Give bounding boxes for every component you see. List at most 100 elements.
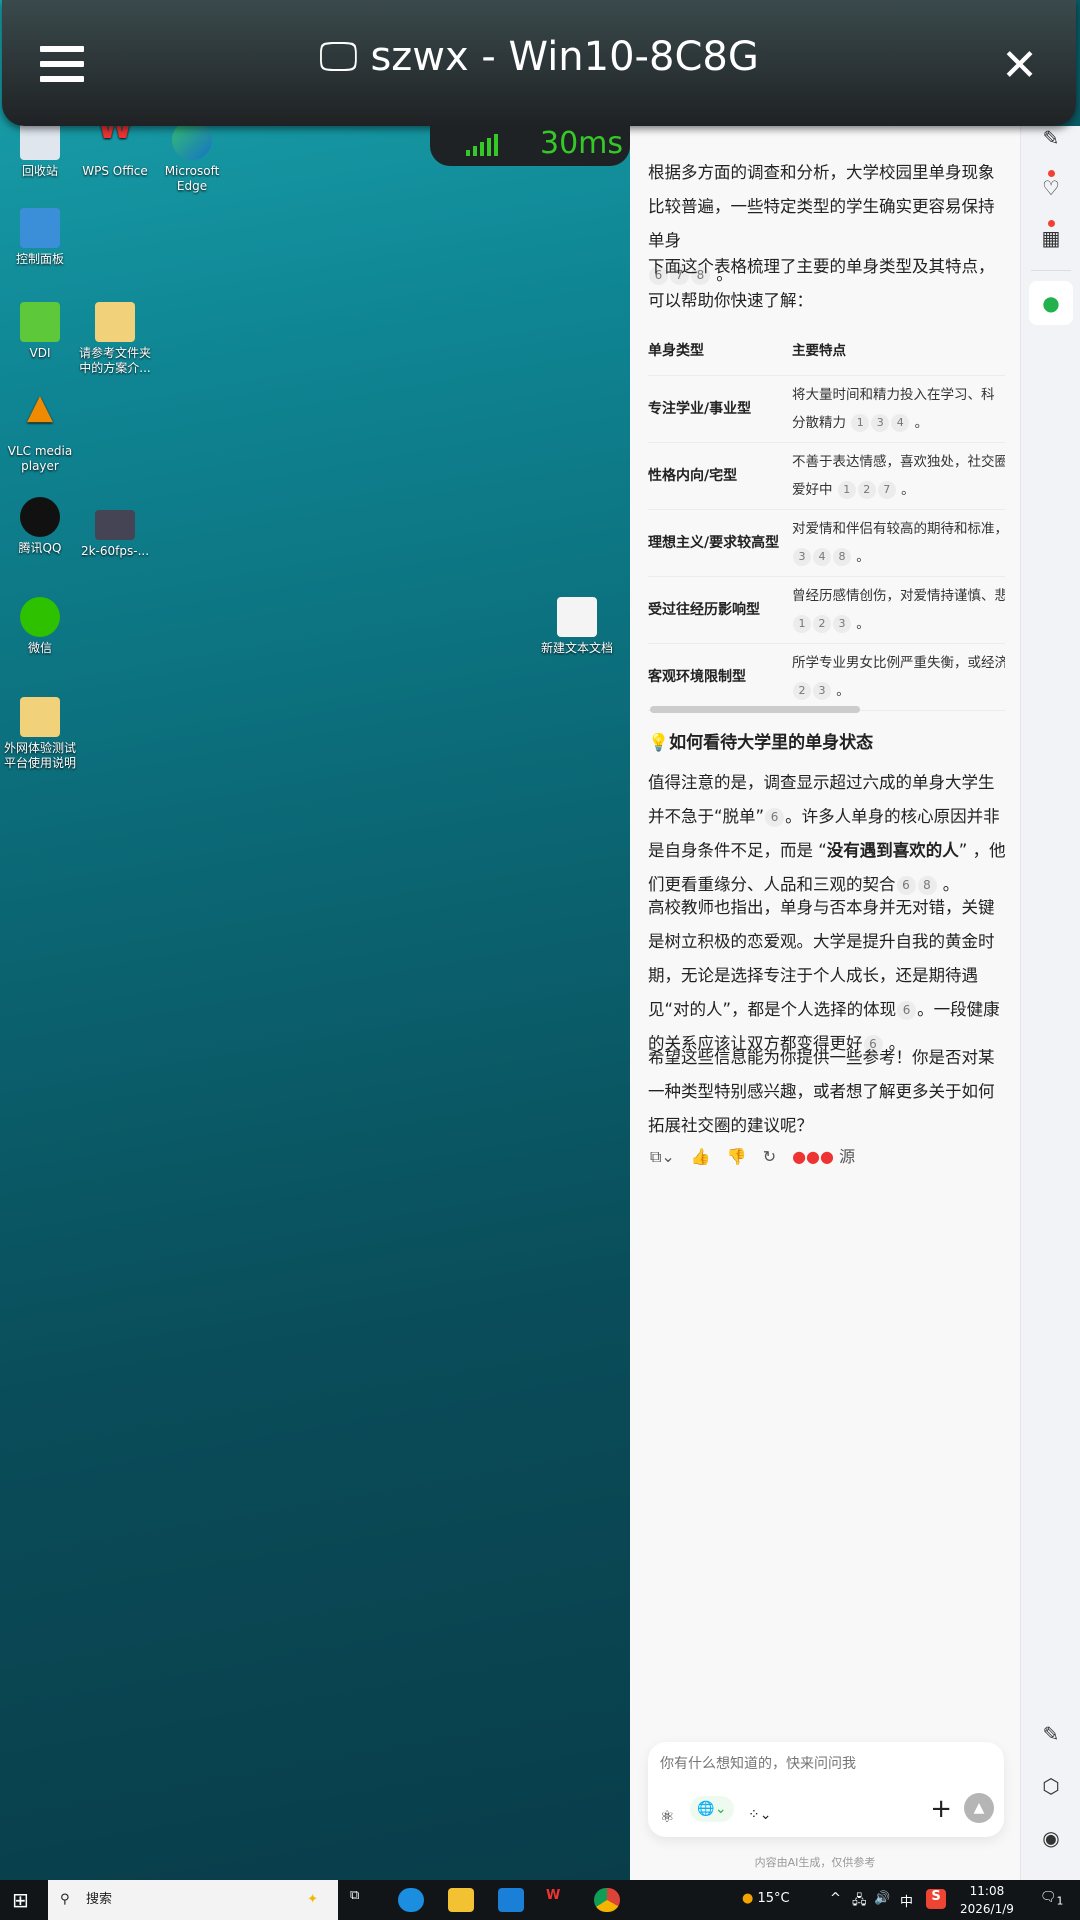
desktop-icon-wechat[interactable]: 微信: [0, 597, 80, 656]
desktop-icon-guide[interactable]: 外网体验测试平台使用说明: [0, 697, 80, 771]
desktop-icon-recycle-bin[interactable]: 回收站: [0, 120, 80, 179]
desktop-icon-control-panel[interactable]: 控制面板: [0, 208, 80, 267]
clock[interactable]: 11:08 2026/1/9: [960, 1882, 1014, 1918]
notification-center-icon[interactable]: 🗨1: [1040, 1890, 1063, 1908]
icon-label: 腾讯QQ: [18, 541, 62, 555]
icon-label: 微信: [27, 641, 52, 655]
thumbs-down-icon[interactable]: 👎: [727, 1140, 747, 1174]
table-row: 专注学业/事业型 将大量时间和精力投入在学习、科 分散精力 134 。: [648, 376, 1005, 443]
feature-line: 所学专业男女比例严重失衡，或经济: [792, 655, 1005, 671]
feature-line-2: 348 。: [792, 543, 1005, 571]
ai-disclaimer: 内容由AI生成，仅供参考: [754, 1856, 876, 1869]
regenerate-icon[interactable]: ↻: [763, 1140, 776, 1174]
citation[interactable]: 3: [833, 615, 851, 633]
monitor-icon: 🖵: [319, 34, 358, 80]
paragraph-table-intro: 下面这个表格梳理了主要的单身类型及其特点，可以帮助你快速了解：: [648, 257, 995, 310]
table-row: 理想主义/要求较高型 对爱情和伴侣有较高的期待和标准， 348 。: [648, 510, 1005, 577]
cell-type: 性格内向/宅型: [648, 468, 738, 484]
icon-label: VDI: [29, 346, 51, 360]
feature-line: 曾经历感情创伤，对爱情持谨慎、悲: [792, 588, 1005, 604]
citation[interactable]: 2: [857, 481, 876, 499]
network-icon[interactable]: 🖧: [852, 1891, 867, 1913]
close-icon[interactable]: ✕: [1001, 40, 1038, 91]
taskbar-search[interactable]: ⚲ 搜索 ✦: [48, 1880, 338, 1920]
desktop-icon-vdi[interactable]: VDI: [0, 302, 80, 361]
citation[interactable]: 2: [793, 682, 811, 700]
weather-widget[interactable]: ● 15°C: [742, 1891, 790, 1906]
citation[interactable]: 1: [851, 414, 870, 432]
desktop-icon-edge[interactable]: Microsoft Edge: [152, 120, 232, 194]
citation[interactable]: 4: [813, 548, 831, 566]
citation[interactable]: 6: [765, 808, 785, 827]
citation[interactable]: 7: [877, 481, 896, 499]
citation[interactable]: 1: [837, 481, 856, 499]
user-icon[interactable]: ◉: [1039, 1826, 1063, 1850]
desktop-icon-vlc[interactable]: ▲ VLC media player: [0, 390, 80, 474]
chrome-icon[interactable]: [594, 1888, 620, 1912]
copy-icon[interactable]: ⧉⌄: [650, 1140, 675, 1174]
sogou-ime-icon[interactable]: S: [926, 1889, 946, 1909]
web-search-toggle[interactable]: 🌐⌄: [690, 1796, 734, 1822]
send-button[interactable]: ▲: [964, 1793, 994, 1823]
file-explorer-icon[interactable]: [448, 1888, 474, 1912]
icon-label: 外网体验测试平台使用说明: [3, 741, 76, 770]
pen-icon[interactable]: ✎: [1039, 126, 1063, 150]
citation[interactable]: 2: [813, 615, 831, 633]
icon-label: Microsoft Edge: [164, 164, 220, 193]
citation[interactable]: 1: [793, 615, 811, 633]
add-icon[interactable]: +: [930, 1792, 952, 1826]
chat-input[interactable]: [660, 1756, 980, 1772]
windows-start-icon[interactable]: ⊞: [12, 1888, 29, 1912]
new-chat-icon[interactable]: ✎: [1039, 1722, 1063, 1746]
table-row: 受过往经历影响型 曾经历感情创伤，对爱情持谨慎、悲 123 。: [648, 577, 1005, 644]
assistant-logo-button[interactable]: ●: [1029, 281, 1073, 325]
tools-menu-icon[interactable]: ⁘⌄: [748, 1798, 771, 1832]
citation[interactable]: 3: [813, 682, 831, 700]
wps-taskbar-icon[interactable]: W: [546, 1888, 572, 1912]
edge-taskbar-icon[interactable]: [398, 1888, 424, 1912]
desktop-icon-wps[interactable]: W WPS Office: [75, 111, 155, 179]
cell-type: 理想主义/要求较高型: [648, 535, 780, 551]
sources-button[interactable]: ●●● 源: [792, 1140, 855, 1174]
apps-grid-icon[interactable]: ▦: [1039, 220, 1063, 250]
copilot-sparkle-icon: ✦: [307, 1892, 318, 1907]
icon-label: WPS Office: [82, 164, 148, 178]
cell-features: 曾经历感情创伤，对爱情持谨慎、悲 123 。: [792, 582, 1005, 638]
outlook-icon[interactable]: [498, 1888, 524, 1912]
volume-icon[interactable]: 🔊: [874, 1891, 890, 1906]
icon-label: 新建文本文档: [540, 641, 613, 655]
atom-icon[interactable]: ⚛: [660, 1800, 674, 1834]
icon-label: 控制面板: [15, 252, 64, 266]
cell-type: 客观环境限制型: [648, 669, 746, 685]
desktop-icon-folder-doc[interactable]: 请参考文件夹中的方案介...: [75, 302, 155, 376]
citation[interactable]: 3: [793, 548, 811, 566]
ai-chat-panel: 根据多方面的调查和分析，大学校园里单身现象比较普遍，一些特定类型的学生确实更容易…: [630, 126, 1020, 1880]
icon-label: 请参考文件夹中的方案介...: [78, 346, 151, 375]
feature-line-2: 分散精力 134 。: [792, 414, 929, 432]
cell-features: 不善于表达情感，喜欢独处，社交圈 爱好中 127 。: [792, 448, 1005, 504]
table-row: 性格内向/宅型 不善于表达情感，喜欢独处，社交圈 爱好中 127 。: [648, 443, 1005, 510]
types-table[interactable]: 单身类型 主要特点 专注学业/事业型 将大量时间和精力投入在学习、科 分散精力 134…: [648, 326, 1005, 711]
thumbs-up-icon[interactable]: 👍: [691, 1140, 711, 1174]
feature-line-2: 123 。: [792, 610, 1005, 638]
citation[interactable]: 8: [833, 548, 851, 566]
desktop-icon-qq[interactable]: 腾讯QQ: [0, 497, 80, 556]
citation[interactable]: 3: [871, 414, 890, 432]
sun-icon: ●: [742, 1891, 754, 1906]
settings-icon[interactable]: ⬡: [1039, 1774, 1063, 1798]
feature-line: 将大量时间和精力投入在学习、科: [792, 387, 995, 403]
citation[interactable]: 4: [891, 414, 910, 432]
citation[interactable]: 6: [897, 1001, 917, 1020]
table-horizontal-scrollbar[interactable]: [650, 706, 860, 713]
message-actions: ⧉⌄ 👍 👎 ↻ ●●● 源: [650, 1140, 855, 1174]
tray-chevron-icon[interactable]: ^: [830, 1891, 841, 1906]
feature-text: 爱好中: [792, 482, 833, 498]
task-view-icon[interactable]: ⧉: [350, 1888, 376, 1912]
favorites-icon[interactable]: ♡: [1039, 170, 1063, 200]
cell-type: 专注学业/事业型: [648, 401, 752, 417]
date: 2026/1/9: [960, 1902, 1014, 1916]
desktop-icon-text-doc[interactable]: 新建文本文档: [537, 597, 617, 656]
ime-indicator[interactable]: 中: [900, 1891, 913, 1910]
desktop-icon-video[interactable]: 2k-60fps-...: [75, 510, 155, 559]
header-features: 主要特点: [792, 342, 846, 359]
